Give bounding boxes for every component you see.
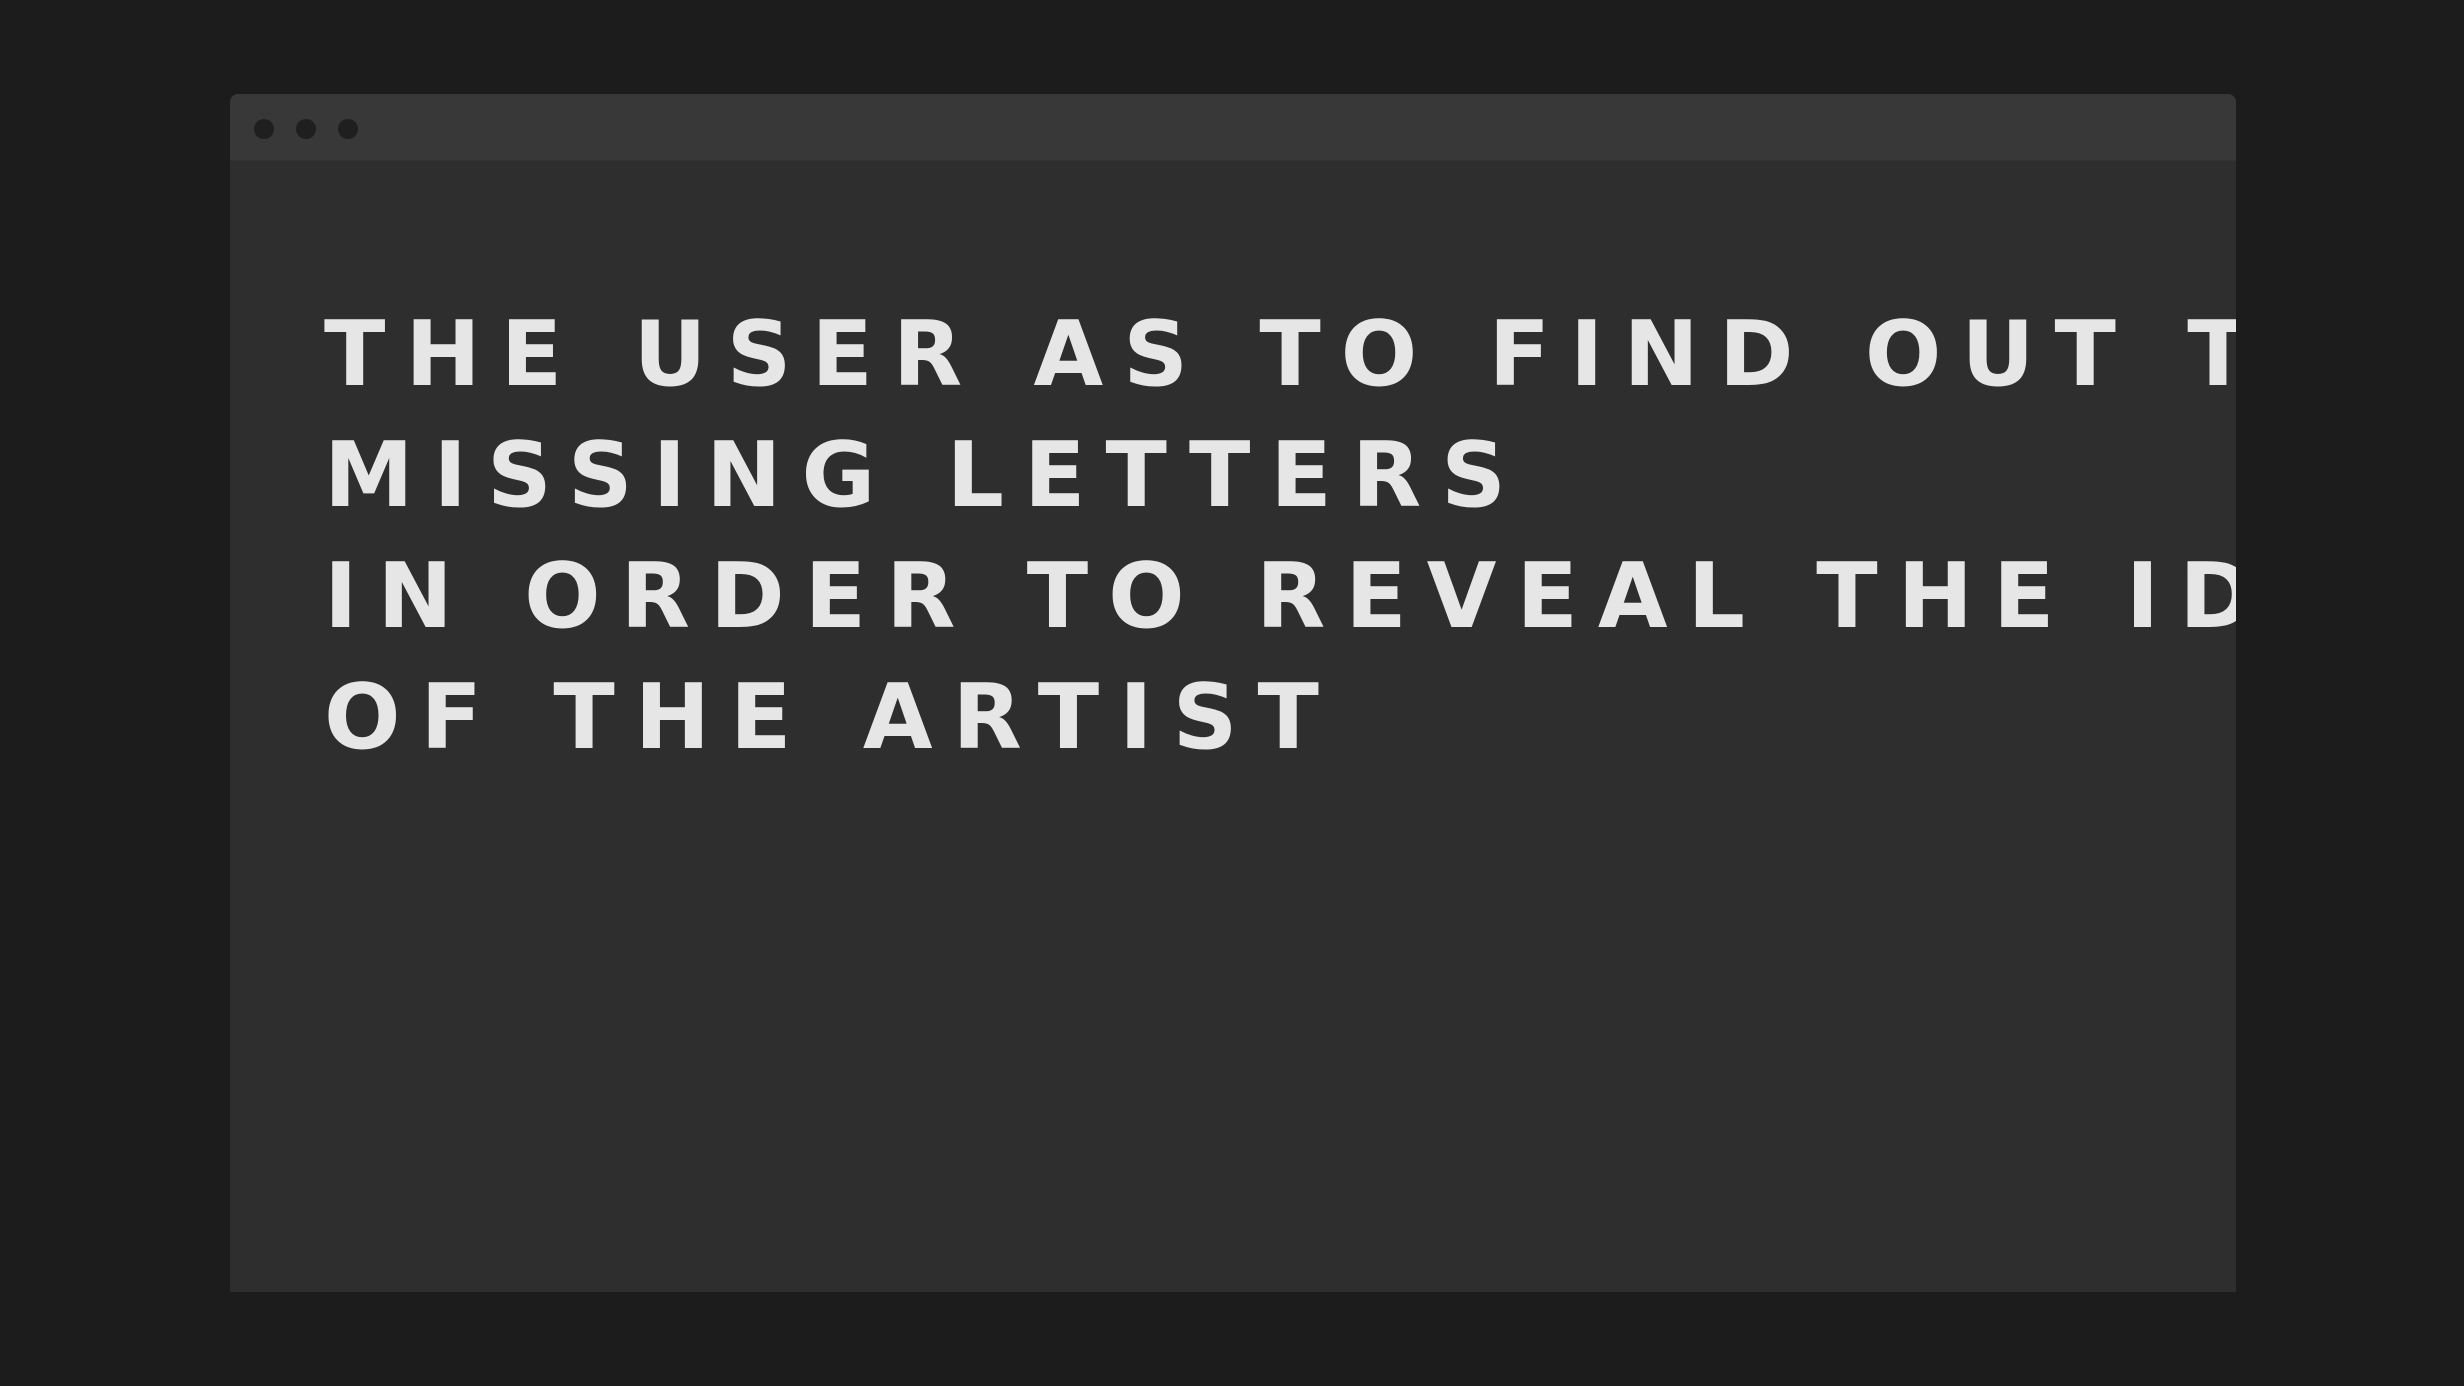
message-line-3: IN ORDER TO REVEAL THE IDENTITY (324, 544, 2236, 649)
app-window: THE USER AS TO FIND OUT THE MISSING LETT… (230, 94, 2236, 1292)
message-text: THE USER AS TO FIND OUT THE MISSING LETT… (324, 294, 2236, 778)
message-line-1: THE USER AS TO FIND OUT THE (324, 302, 2236, 407)
message-line-2: MISSING LETTERS (324, 423, 1526, 528)
window-dot-icon[interactable] (338, 119, 358, 139)
window-controls (254, 119, 358, 139)
message-line-4: OF THE ARTIST (324, 665, 1339, 770)
window-dot-icon[interactable] (254, 119, 274, 139)
window-titlebar[interactable] (230, 94, 2236, 161)
window-dot-icon[interactable] (296, 119, 316, 139)
